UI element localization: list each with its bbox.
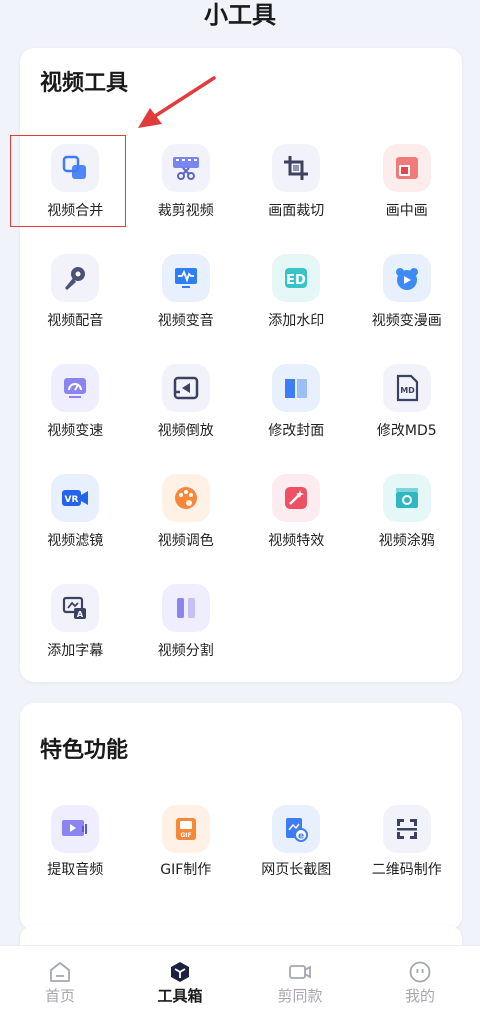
subtitle-icon: A	[51, 584, 100, 632]
tab-toolbox[interactable]: 工具箱	[120, 946, 240, 1017]
merge-icon	[51, 144, 100, 192]
feature-qr-code[interactable]: 二维码制作	[352, 799, 463, 909]
tool-label: 视频变音	[157, 313, 214, 329]
qr-code-icon	[382, 805, 431, 853]
toolbox-icon	[171, 962, 189, 982]
tool-voice-change[interactable]: 视频变音	[131, 240, 242, 350]
tool-add-subtitle[interactable]: A 添加字幕	[20, 570, 131, 680]
film-cut-icon	[161, 144, 210, 192]
tool-label: 视频倒放	[157, 423, 214, 439]
svg-text:MD: MD	[400, 386, 415, 395]
tool-video-merge[interactable]: 视频合并	[20, 130, 131, 240]
bear-play-icon	[382, 254, 431, 302]
features-card: 特色功能 提取音频 GIF GIF制作 e 网页长截图 二维码制作	[20, 703, 462, 930]
svg-text:VR: VR	[65, 495, 79, 505]
svg-text:e: e	[298, 832, 304, 842]
webpage-screenshot-icon: e	[272, 805, 321, 853]
tool-label: 视频配音	[47, 313, 104, 329]
vr-camera-icon: VR	[51, 474, 100, 522]
clapperboard-icon	[382, 474, 431, 522]
features-title: 特色功能	[40, 738, 129, 763]
tool-label: 修改封面	[268, 423, 325, 439]
feature-webpage-screenshot[interactable]: e 网页长截图	[241, 799, 352, 909]
tool-change-md5[interactable]: MD 修改MD5	[352, 350, 463, 460]
tool-label: 添加字幕	[47, 643, 104, 659]
tool-filter[interactable]: VR 视频滤镜	[20, 460, 131, 570]
tool-crop[interactable]: 画面裁切	[241, 130, 352, 240]
tool-picture-in-picture[interactable]: 画中画	[352, 130, 463, 240]
tool-label: 视频特效	[268, 533, 325, 549]
tool-trim-video[interactable]: 裁剪视频	[131, 130, 242, 240]
waveform-monitor-icon	[161, 254, 210, 302]
tool-dubbing[interactable]: 视频配音	[20, 240, 131, 350]
palette-icon	[161, 474, 210, 522]
tool-label: 视频滤镜	[47, 533, 104, 549]
video-tools-card: 视频工具 视频合并 裁剪视频 画面裁切 画中画 视频配音 视频变音 ED 添加水…	[20, 48, 462, 682]
speedometer-icon	[51, 364, 100, 412]
tool-video-to-comic[interactable]: 视频变漫画	[352, 240, 463, 350]
video-camera-icon	[289, 965, 311, 979]
tool-label: 视频变速	[47, 423, 104, 439]
features-row: 提取音频 GIF GIF制作 e 网页长截图 二维码制作	[20, 799, 462, 909]
tool-reverse[interactable]: 视频倒放	[131, 350, 242, 460]
feature-gif-maker[interactable]: GIF GIF制作	[131, 799, 242, 909]
tab-profile[interactable]: 我的	[360, 946, 480, 1017]
rewind-play-icon	[161, 364, 210, 412]
gif-icon: GIF	[161, 805, 210, 853]
tool-label: 画中画	[385, 203, 428, 219]
watermark-icon: ED	[272, 254, 321, 302]
tool-add-watermark[interactable]: ED 添加水印	[241, 240, 352, 350]
picture-in-picture-icon	[382, 144, 431, 192]
tool-doodle[interactable]: 视频涂鸦	[352, 460, 463, 570]
svg-text:A: A	[77, 610, 84, 619]
tool-label: 画面裁切	[268, 203, 325, 219]
feature-extract-audio[interactable]: 提取音频	[20, 799, 131, 909]
tab-label: 工具箱	[157, 987, 203, 1005]
split-icon	[161, 584, 210, 632]
feature-label: 网页长截图	[261, 862, 332, 878]
tab-label: 首页	[44, 987, 75, 1005]
microphone-icon	[51, 254, 100, 302]
tool-label: 视频分割	[157, 643, 214, 659]
feature-label: 二维码制作	[371, 862, 442, 878]
tool-speed[interactable]: 视频变速	[20, 350, 131, 460]
profile-icon	[409, 961, 431, 983]
tool-label: 视频变漫画	[371, 313, 442, 329]
tool-label: 添加水印	[268, 313, 325, 329]
tool-effects[interactable]: 视频特效	[241, 460, 352, 570]
tab-template[interactable]: 剪同款	[240, 946, 360, 1017]
tool-label: 视频合并	[47, 203, 104, 219]
tool-change-cover[interactable]: 修改封面	[241, 350, 352, 460]
md-file-icon: MD	[382, 364, 431, 412]
tool-color-grade[interactable]: 视频调色	[131, 460, 242, 570]
tab-label: 剪同款	[277, 987, 323, 1005]
feature-label: GIF制作	[160, 862, 212, 878]
bottom-tab-bar: 首页 工具箱 剪同款 我的	[0, 945, 480, 1017]
feature-label: 提取音频	[47, 862, 104, 878]
audio-extract-icon	[51, 805, 100, 853]
book-cover-icon	[272, 364, 321, 412]
home-icon	[50, 962, 70, 982]
svg-text:ED: ED	[286, 273, 306, 288]
tool-split[interactable]: 视频分割	[131, 570, 242, 680]
page-title: 小工具	[204, 1, 276, 29]
video-tools-grid: 视频合并 裁剪视频 画面裁切 画中画 视频配音 视频变音 ED 添加水印 视频变…	[20, 130, 462, 680]
video-tools-title: 视频工具	[40, 71, 129, 96]
tool-label: 视频涂鸦	[378, 533, 435, 549]
tab-home[interactable]: 首页	[0, 946, 120, 1017]
crop-icon	[272, 144, 321, 192]
tool-label: 修改MD5	[376, 423, 437, 439]
svg-text:GIF: GIF	[180, 832, 191, 839]
tool-label: 视频调色	[157, 533, 214, 549]
tool-label: 裁剪视频	[157, 203, 214, 219]
tab-label: 我的	[404, 987, 435, 1005]
magic-wand-icon	[272, 474, 321, 522]
